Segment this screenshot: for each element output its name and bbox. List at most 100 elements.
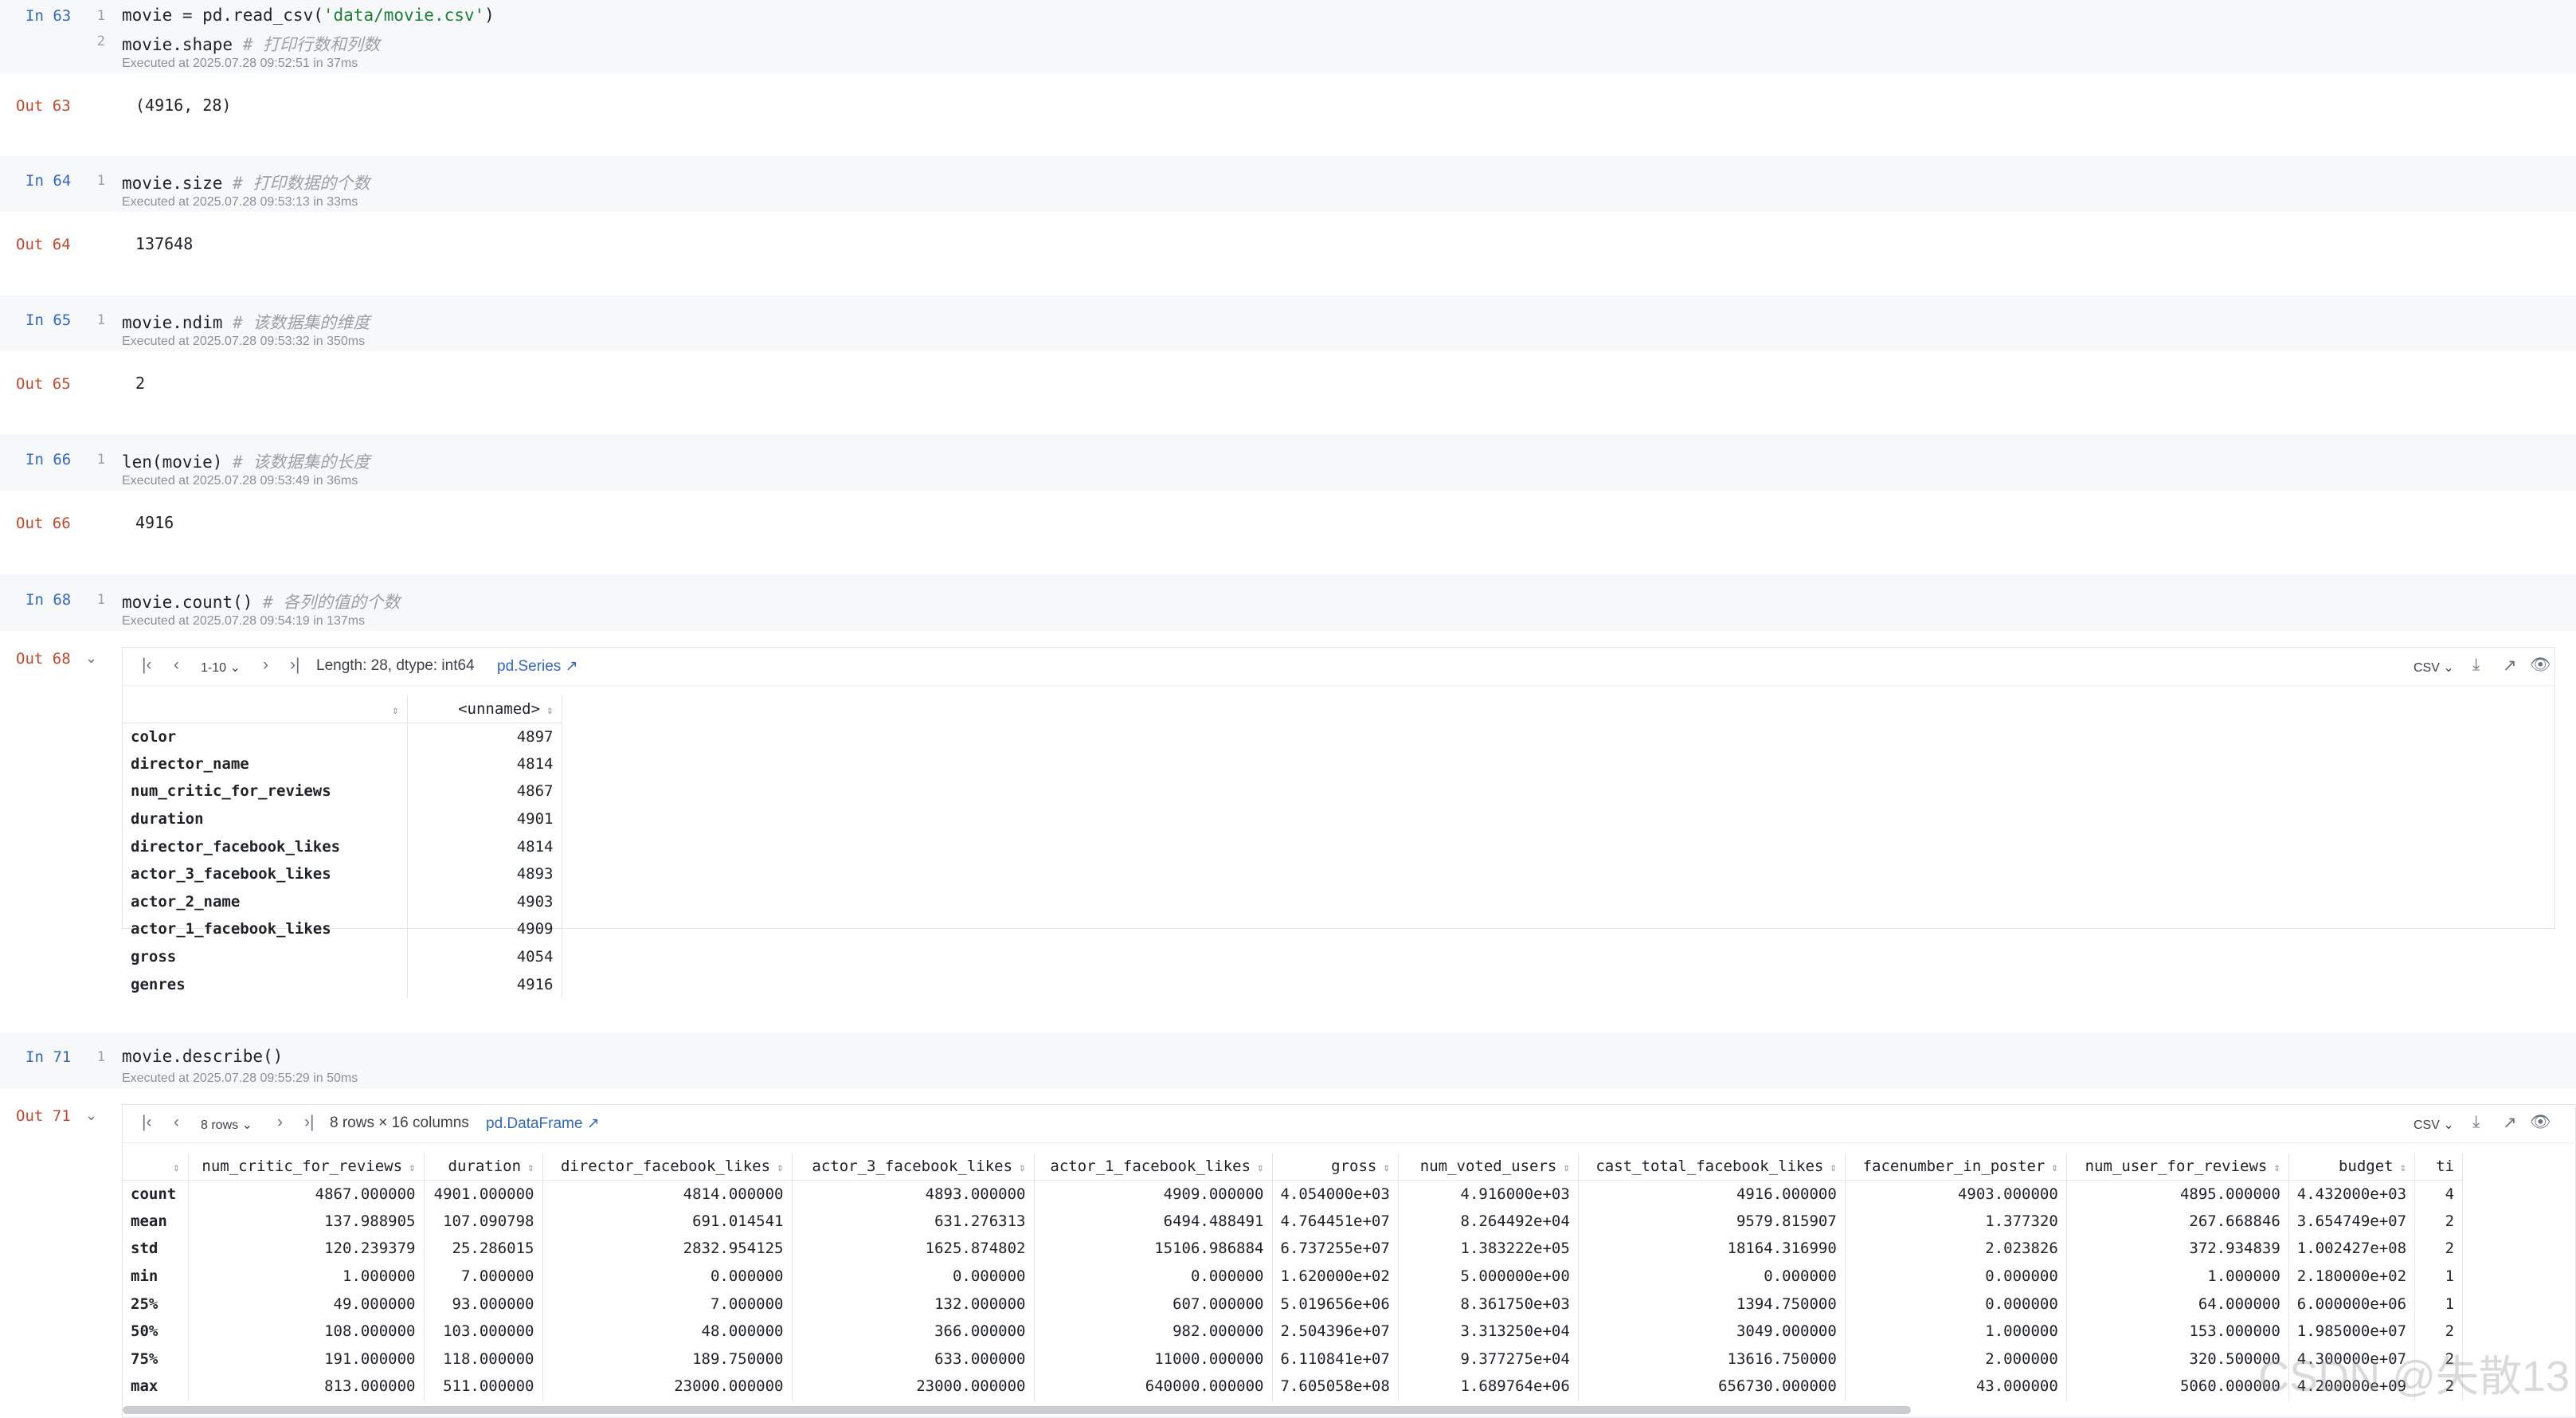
- sort-icon[interactable]: ⇕: [1019, 1161, 1025, 1174]
- table-cell[interactable]: 6.000000e+06: [2288, 1290, 2416, 1318]
- table-cell[interactable]: 6.110841e+07: [1272, 1345, 1399, 1373]
- table-row[interactable]: max 813.000000 511.000000 23000.000000 23000…: [123, 1373, 2464, 1400]
- table-cell[interactable]: 607.000000: [1034, 1290, 1273, 1318]
- table-cell[interactable]: 1.620000e+02: [1272, 1262, 1399, 1291]
- table-cell[interactable]: 1.383222e+05: [1398, 1235, 1579, 1263]
- table-cell[interactable]: 4916: [407, 970, 562, 998]
- code-line[interactable]: movie.count() # 各列的值的个数: [122, 590, 400, 613]
- table-cell[interactable]: 2832.954125: [542, 1235, 793, 1263]
- table-row[interactable]: actor_3_facebook_likes 4893: [123, 860, 562, 888]
- table-cell[interactable]: 108.000000: [188, 1317, 425, 1346]
- sort-icon[interactable]: ⇕: [392, 704, 398, 717]
- table-row[interactable]: 50% 108.000000 103.000000 48.000000 366.0000…: [123, 1317, 2464, 1346]
- column-header[interactable]: gross ⇕: [1272, 1153, 1399, 1181]
- code-line[interactable]: movie = pd.read_csv('data/movie.csv'): [122, 6, 495, 25]
- next-page-icon[interactable]: ›: [263, 656, 268, 675]
- table-cell[interactable]: 4893: [407, 860, 562, 888]
- format-select[interactable]: CSV ⌄: [2414, 1117, 2454, 1133]
- table-cell[interactable]: 2.180000e+02: [2288, 1262, 2416, 1291]
- table-cell[interactable]: 4901: [407, 805, 562, 833]
- table-cell[interactable]: 4897: [407, 723, 562, 750]
- table-cell[interactable]: 137.988905: [188, 1207, 425, 1236]
- table-cell[interactable]: 107.090798: [424, 1207, 543, 1236]
- table-cell[interactable]: 4895.000000: [2066, 1180, 2289, 1208]
- table-cell[interactable]: 0.000000: [1578, 1262, 1846, 1291]
- input-area[interactable]: [0, 156, 2576, 212]
- sort-icon[interactable]: ⇕: [1257, 1161, 1263, 1174]
- table-cell[interactable]: 4814: [407, 750, 562, 778]
- table-row[interactable]: mean 137.988905 107.090798 691.014541 631.27…: [123, 1207, 2464, 1236]
- table-cell[interactable]: 132.000000: [792, 1290, 1035, 1318]
- table-cell[interactable]: 982.000000: [1034, 1317, 1273, 1346]
- sort-icon[interactable]: ⇕: [173, 1161, 179, 1174]
- code-line[interactable]: movie.ndim # 该数据集的维度: [122, 310, 370, 334]
- rows-select[interactable]: 8 rows ⌄: [201, 1117, 253, 1133]
- sort-icon[interactable]: ⇕: [409, 1161, 415, 1174]
- table-cell[interactable]: 2.023826: [1845, 1235, 2067, 1263]
- sort-icon[interactable]: ⇕: [2273, 1161, 2280, 1174]
- table-cell[interactable]: 7.000000: [424, 1262, 543, 1291]
- download-icon[interactable]: ⤓: [2472, 656, 2480, 675]
- download-icon[interactable]: ⤓: [2472, 1113, 2480, 1132]
- table-cell[interactable]: 4.764451e+07: [1272, 1207, 1399, 1236]
- table-cell[interactable]: 0.000000: [1845, 1290, 2067, 1318]
- table-cell[interactable]: 13616.750000: [1578, 1345, 1846, 1373]
- table-cell[interactable]: 366.000000: [792, 1317, 1035, 1346]
- prev-page-icon[interactable]: ‹: [174, 656, 179, 675]
- table-row[interactable]: min 1.000000 7.000000 0.000000 0.000000 0.000…: [123, 1262, 2464, 1291]
- sort-icon[interactable]: ⇕: [1830, 1161, 1836, 1174]
- table-cell[interactable]: 4903: [407, 887, 562, 916]
- table-cell[interactable]: 5060.000000: [2066, 1373, 2289, 1400]
- table-cell[interactable]: 1.000000: [1845, 1317, 2067, 1346]
- table-cell[interactable]: 3.654749e+07: [2288, 1207, 2416, 1236]
- table-cell[interactable]: 25.286015: [424, 1235, 543, 1263]
- table-cell[interactable]: 633.000000: [792, 1345, 1035, 1373]
- table-cell[interactable]: 18164.316990: [1578, 1235, 1846, 1263]
- table-cell[interactable]: 1.000000: [188, 1262, 425, 1291]
- format-select[interactable]: CSV ⌄: [2414, 660, 2454, 676]
- table-cell[interactable]: 23000.000000: [792, 1373, 1035, 1400]
- input-area[interactable]: [0, 435, 2576, 491]
- table-row[interactable]: duration 4901: [123, 805, 562, 833]
- table-cell[interactable]: 691.014541: [542, 1207, 793, 1236]
- prev-page-icon[interactable]: ‹: [174, 1113, 179, 1132]
- table-cell[interactable]: 656730.000000: [1578, 1373, 1846, 1400]
- collapse-output-icon[interactable]: ⌄: [85, 1107, 97, 1124]
- table-cell[interactable]: 48.000000: [542, 1317, 793, 1346]
- table-cell[interactable]: 6.737255e+07: [1272, 1235, 1399, 1263]
- table-cell[interactable]: 120.239379: [188, 1235, 425, 1263]
- sort-icon[interactable]: ⇕: [527, 1161, 534, 1174]
- table-row[interactable]: actor_2_name 4903: [123, 887, 562, 916]
- input-area[interactable]: [0, 296, 2576, 351]
- table-row[interactable]: director_name 4814: [123, 750, 562, 778]
- table-row[interactable]: 25% 49.000000 93.000000 7.000000 132.000000 6…: [123, 1290, 2464, 1318]
- table-cell[interactable]: 4893.000000: [792, 1180, 1035, 1208]
- table-cell[interactable]: 4.432000e+03: [2288, 1180, 2416, 1208]
- column-header[interactable]: director_facebook_likes ⇕: [542, 1153, 793, 1181]
- table-cell[interactable]: 7.605058e+08: [1272, 1373, 1399, 1400]
- table-cell[interactable]: 6494.488491: [1034, 1207, 1273, 1236]
- table-cell[interactable]: 49.000000: [188, 1290, 425, 1318]
- table-cell[interactable]: 631.276313: [792, 1207, 1035, 1236]
- table-cell[interactable]: 511.000000: [424, 1373, 543, 1400]
- table-cell[interactable]: 3.313250e+04: [1398, 1317, 1579, 1346]
- eye-icon[interactable]: 👁: [2530, 1113, 2551, 1132]
- table-cell[interactable]: 2.504396e+07: [1272, 1317, 1399, 1346]
- table-cell[interactable]: 7.000000: [542, 1290, 793, 1318]
- column-header[interactable]: budget ⇕: [2288, 1153, 2416, 1181]
- column-header[interactable]: duration ⇕: [424, 1153, 543, 1181]
- table-cell[interactable]: 640000.000000: [1034, 1373, 1273, 1400]
- column-header[interactable]: cast_total_facebook_likes ⇕: [1578, 1153, 1846, 1181]
- table-cell[interactable]: 0.000000: [1845, 1262, 2067, 1291]
- table-cell[interactable]: 1625.874802: [792, 1235, 1035, 1263]
- table-cell[interactable]: 0.000000: [792, 1262, 1035, 1291]
- table-cell[interactable]: 153.000000: [2066, 1317, 2289, 1346]
- table-cell[interactable]: 191.000000: [188, 1345, 425, 1373]
- table-row[interactable]: std 120.239379 25.286015 2832.954125 1625.87…: [123, 1235, 2464, 1263]
- sort-icon[interactable]: ⇕: [1563, 1161, 1569, 1174]
- table-cell[interactable]: 118.000000: [424, 1345, 543, 1373]
- table-cell[interactable]: 4909.000000: [1034, 1180, 1273, 1208]
- last-page-icon[interactable]: ›|: [304, 1113, 314, 1132]
- column-header[interactable]: <unnamed> ⇕: [407, 695, 562, 723]
- table-cell[interactable]: 103.000000: [424, 1317, 543, 1346]
